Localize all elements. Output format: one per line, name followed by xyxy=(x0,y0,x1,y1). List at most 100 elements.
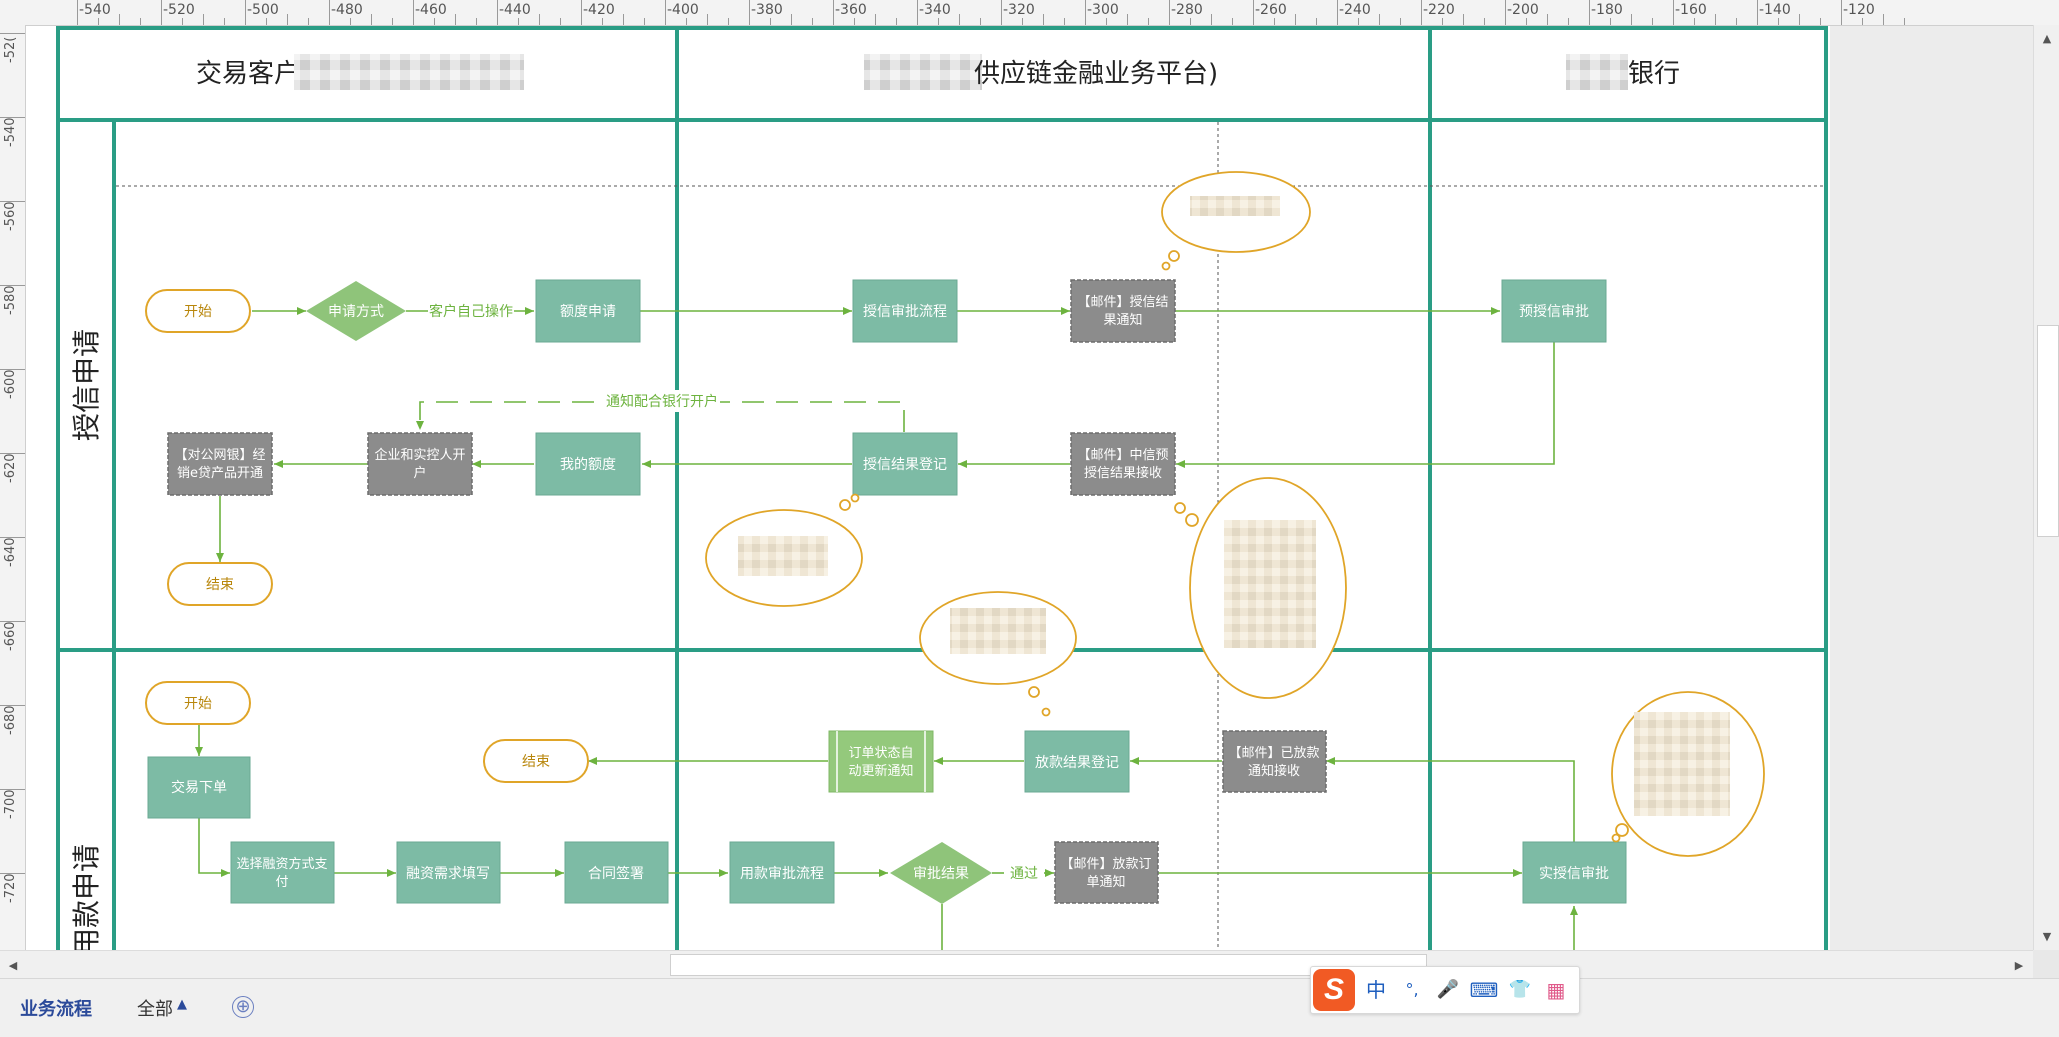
ruler-tick xyxy=(1841,0,1842,25)
ruler-label: -380 xyxy=(751,2,783,18)
vertical-scroll-thumb[interactable] xyxy=(2037,325,2059,537)
add-page-icon[interactable]: ⊕ xyxy=(232,996,254,1018)
process-credit-approval[interactable]: 授信审批流程 xyxy=(852,279,958,343)
end-node-credit[interactable]: 结束 xyxy=(167,562,273,606)
node-label: 付 xyxy=(275,875,288,890)
sogou-logo-icon[interactable]: S xyxy=(1313,969,1355,1011)
process-my-limit[interactable]: 我的额度 xyxy=(535,432,641,496)
ruler-minor-tick xyxy=(623,14,624,25)
tab-all-pages[interactable]: 全部 xyxy=(137,995,173,1021)
node-label: 通知接收 xyxy=(1248,763,1300,779)
process-real-credit-approval[interactable]: 实授信审批 xyxy=(1522,841,1627,904)
lane-header-platform[interactable]: 供应链金融业务平台) xyxy=(864,54,1218,90)
process-order-status-update[interactable]: 订单状态自 动更新通知 xyxy=(828,730,934,793)
vertical-ruler[interactable]: -52(-540 -560 -580 -600 -620 -640 -660 -680 -700… xyxy=(0,25,26,987)
node-label: 交易下单 xyxy=(171,779,227,796)
ruler-label: -580 xyxy=(3,285,18,315)
node-label: 申请方式 xyxy=(328,304,384,320)
ruler-minor-tick xyxy=(938,18,939,25)
thought-cloud-annotation[interactable] xyxy=(1161,171,1311,271)
process-corp-bank-open[interactable]: 【对公网银】经 销e贷产品开通 xyxy=(167,432,273,496)
ruler-label: -540 xyxy=(79,2,111,18)
ruler-minor-tick xyxy=(1736,18,1737,25)
process-loan-result-register[interactable]: 放款结果登记 xyxy=(1024,730,1130,793)
process-enterprise-account[interactable]: 企业和实控人开 户 xyxy=(367,432,473,496)
thought-cloud-annotation[interactable] xyxy=(919,591,1077,717)
node-label: 选择融资方式支 xyxy=(236,856,327,872)
process-credit-result-register[interactable]: 授信结果登记 xyxy=(852,432,958,496)
scroll-right-button[interactable]: ▶ xyxy=(2008,954,2030,976)
ime-skin-icon[interactable]: 👕 xyxy=(1505,975,1535,1005)
ruler-tick xyxy=(77,0,78,25)
process-contract-sign[interactable]: 合同签署 xyxy=(564,841,669,904)
ruler-label: -400 xyxy=(667,2,699,18)
mail-credit-result-notice[interactable]: 【邮件】授信结 果通知 xyxy=(1070,279,1176,343)
edge-label-self-operate: 客户自己操作 xyxy=(429,303,513,320)
start-node-loan[interactable]: 开始 xyxy=(145,681,251,725)
lane-title-platform: 供应链金融业务平台) xyxy=(974,59,1218,89)
ime-chinese-mode-icon[interactable]: 中 xyxy=(1361,975,1391,1005)
ime-toolbar[interactable]: S 中 °, 🎤 ⌨ 👕 ▦ xyxy=(1310,966,1580,1014)
ruler-minor-tick xyxy=(896,18,897,25)
thought-cloud-annotation[interactable] xyxy=(1174,477,1347,699)
ruler-tick xyxy=(833,0,834,25)
vertical-scrollbar[interactable]: ▲ ▼ xyxy=(2033,25,2059,950)
ruler-minor-tick xyxy=(959,14,960,25)
ruler-label: -460 xyxy=(415,2,447,18)
horizontal-scrollbar[interactable]: ◀ ▶ xyxy=(0,950,2033,979)
tab-business-process[interactable]: 业务流程 xyxy=(20,995,92,1021)
ruler-minor-tick xyxy=(434,18,435,25)
lane-title-loan-apply[interactable]: 用款申请 xyxy=(70,844,103,956)
process-loan-approval[interactable]: 用款审批流程 xyxy=(729,841,835,904)
process-choose-finance[interactable]: 选择融资方式支 付 xyxy=(230,841,335,904)
process-finance-need[interactable]: 融资需求填写 xyxy=(396,841,501,904)
edge xyxy=(1326,757,1575,842)
ruler-minor-tick xyxy=(1484,18,1485,25)
horizontal-ruler[interactable]: -540 -520 -500 -480 -460 -440 -420 -400 -380 -360… xyxy=(0,0,2059,26)
end-node-loan[interactable]: 结束 xyxy=(483,739,589,783)
ruler-minor-tick xyxy=(980,18,981,25)
node-label: 销e贷产品开通 xyxy=(177,466,263,481)
ruler-label: -680 xyxy=(3,705,18,735)
ruler-tick xyxy=(1169,0,1170,25)
ruler-minor-tick xyxy=(308,18,309,25)
thought-cloud-annotation[interactable] xyxy=(1611,691,1765,857)
scroll-down-button[interactable]: ▼ xyxy=(2036,925,2058,947)
node-label: 【邮件】中信预 xyxy=(1077,448,1168,463)
process-pre-credit-approval[interactable]: 预授信审批 xyxy=(1501,279,1607,343)
ruler-label: -120 xyxy=(1843,2,1875,18)
mail-loan-done-receive[interactable]: 【邮件】已放款 通知接收 xyxy=(1222,730,1327,793)
lane-header-customer[interactable]: 交易客户 xyxy=(196,54,524,90)
ruler-minor-tick xyxy=(770,18,771,25)
start-node-credit[interactable]: 开始 xyxy=(145,289,251,333)
ime-voice-icon[interactable]: 🎤 xyxy=(1433,975,1463,1005)
decision-approval-result[interactable]: 审批结果 xyxy=(890,842,992,904)
mail-loan-order-notice[interactable]: 【邮件】放款订 单通知 xyxy=(1054,841,1159,904)
ruler-minor-tick xyxy=(1799,14,1800,25)
caret-up-icon[interactable]: ▲ xyxy=(177,997,187,1012)
ruler-label: -440 xyxy=(499,2,531,18)
scroll-left-button[interactable]: ◀ xyxy=(2,954,24,976)
ruler-minor-tick xyxy=(1610,18,1611,25)
ruler-minor-tick xyxy=(1211,14,1212,25)
ruler-label: -140 xyxy=(1759,2,1791,18)
process-trade-order[interactable]: 交易下单 xyxy=(147,756,251,819)
ruler-minor-tick xyxy=(560,18,561,25)
ruler-label: -52( xyxy=(3,36,18,63)
ime-punctuation-icon[interactable]: °, xyxy=(1397,975,1427,1005)
process-limit-apply[interactable]: 额度申请 xyxy=(535,279,641,343)
ruler-label: -240 xyxy=(1339,2,1371,18)
lane-title-credit-apply[interactable]: 授信申请 xyxy=(70,329,103,441)
ruler-minor-tick xyxy=(1568,18,1569,25)
ruler-label: -220 xyxy=(1423,2,1455,18)
scroll-up-button[interactable]: ▲ xyxy=(2036,27,2058,49)
decision-apply-method[interactable]: 申请方式 xyxy=(306,281,406,341)
ime-toolbox-icon[interactable]: ▦ xyxy=(1541,975,1571,1005)
thought-cloud-annotation[interactable] xyxy=(705,493,863,607)
swimlane-diagram[interactable]: 交易客户 供应链金融业务平台) 银行 授信申请 用款申请 客户自己操作 通知配合… xyxy=(0,0,2059,1036)
node-label: 企业和实控人开 xyxy=(374,447,465,463)
lane-header-bank[interactable]: 银行 xyxy=(1566,54,1680,90)
ruler-tick xyxy=(1673,0,1674,25)
mail-zhongxin-pre-credit[interactable]: 【邮件】中信预 授信结果接收 xyxy=(1070,432,1176,496)
ime-keyboard-icon[interactable]: ⌨ xyxy=(1469,975,1499,1005)
